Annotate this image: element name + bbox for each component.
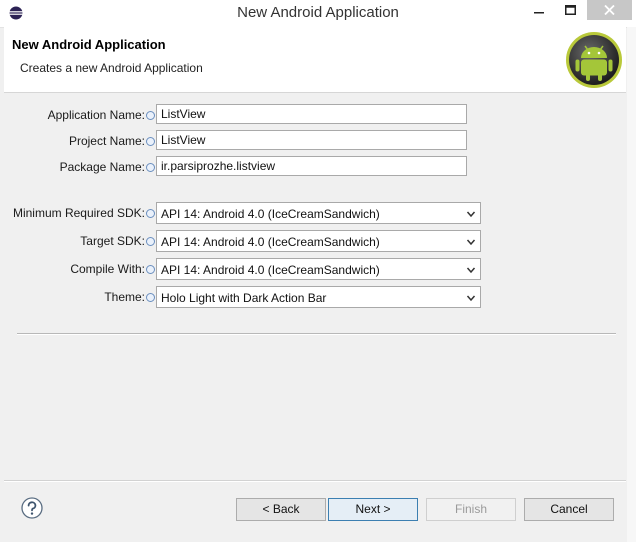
info-icon bbox=[146, 137, 155, 146]
project-name-label: Project Name: bbox=[68, 134, 145, 148]
app-name-label: Application Name: bbox=[47, 108, 145, 122]
package-name-input[interactable] bbox=[156, 156, 467, 176]
close-icon bbox=[604, 5, 615, 15]
compile-with-row: Compile With: API 14: Android 4.0 (IceCr… bbox=[0, 258, 636, 280]
project-name-input[interactable] bbox=[156, 130, 467, 150]
chevron-down-icon bbox=[466, 295, 476, 302]
maximize-icon bbox=[564, 5, 576, 15]
info-icon bbox=[146, 265, 155, 274]
app-name-input[interactable] bbox=[156, 104, 467, 124]
theme-select[interactable]: Holo Light with Dark Action Bar bbox=[156, 286, 481, 308]
theme-label: Theme: bbox=[104, 290, 145, 304]
info-icon bbox=[146, 163, 155, 172]
compile-with-select[interactable]: API 14: Android 4.0 (IceCreamSandwich) bbox=[156, 258, 481, 280]
header-description: Creates a new Android Application bbox=[20, 61, 203, 75]
window-edge bbox=[627, 27, 636, 542]
theme-row: Theme: Holo Light with Dark Action Bar bbox=[0, 286, 636, 308]
close-button[interactable] bbox=[587, 0, 632, 20]
next-button[interactable]: Next > bbox=[328, 498, 418, 521]
chevron-down-icon bbox=[466, 239, 476, 246]
target-sdk-row: Target SDK: API 14: Android 4.0 (IceCrea… bbox=[0, 230, 636, 252]
form-separator bbox=[17, 333, 616, 335]
wizard-header: New Android Application Creates a new An… bbox=[4, 27, 626, 93]
cancel-button[interactable]: Cancel bbox=[524, 498, 614, 521]
package-name-row: Package Name: bbox=[0, 156, 636, 178]
min-sdk-value: API 14: Android 4.0 (IceCreamSandwich) bbox=[161, 207, 380, 221]
finish-button[interactable]: Finish bbox=[426, 498, 516, 521]
maximize-button[interactable] bbox=[555, 0, 585, 20]
chevron-down-icon bbox=[466, 267, 476, 274]
target-sdk-select[interactable]: API 14: Android 4.0 (IceCreamSandwich) bbox=[156, 230, 481, 252]
package-name-label: Package Name: bbox=[59, 160, 145, 174]
min-sdk-label: Minimum Required SDK: bbox=[12, 206, 145, 220]
chevron-down-icon bbox=[466, 211, 476, 218]
min-sdk-row: Minimum Required SDK: API 14: Android 4.… bbox=[0, 202, 636, 224]
compile-with-label: Compile With: bbox=[70, 262, 145, 276]
help-icon[interactable] bbox=[21, 497, 43, 519]
info-icon bbox=[146, 209, 155, 218]
compile-with-value: API 14: Android 4.0 (IceCreamSandwich) bbox=[161, 263, 380, 277]
title-bar: New Android Application bbox=[0, 0, 636, 28]
info-icon bbox=[146, 293, 155, 302]
header-title: New Android Application bbox=[12, 37, 166, 52]
project-name-row: Project Name: bbox=[0, 130, 636, 152]
info-icon bbox=[146, 111, 155, 120]
android-logo-icon bbox=[566, 32, 622, 88]
min-sdk-select[interactable]: API 14: Android 4.0 (IceCreamSandwich) bbox=[156, 202, 481, 224]
info-icon bbox=[146, 237, 155, 246]
app-name-row: Application Name: bbox=[0, 104, 636, 126]
back-button[interactable]: < Back bbox=[236, 498, 326, 521]
target-sdk-value: API 14: Android 4.0 (IceCreamSandwich) bbox=[161, 235, 380, 249]
minimize-button[interactable] bbox=[524, 0, 554, 20]
minimize-icon bbox=[534, 12, 544, 14]
button-bar-separator bbox=[4, 480, 626, 482]
target-sdk-label: Target SDK: bbox=[80, 234, 145, 248]
theme-value: Holo Light with Dark Action Bar bbox=[161, 291, 327, 305]
